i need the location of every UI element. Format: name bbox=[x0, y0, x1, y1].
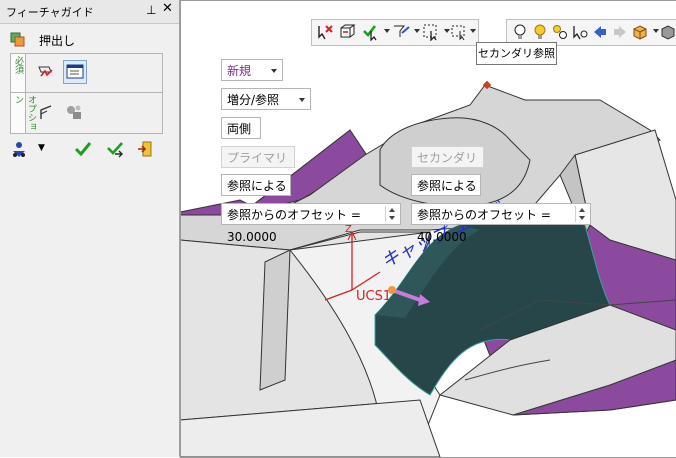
draft-button[interactable] bbox=[35, 102, 57, 124]
mode-dropdown[interactable]: 新規 bbox=[221, 59, 283, 81]
dialog-icon bbox=[66, 64, 84, 79]
shapes-icon bbox=[67, 105, 81, 119]
selection-toolbar bbox=[311, 19, 479, 46]
arrow-left-icon[interactable] bbox=[591, 23, 609, 41]
lightbulb-on-icon[interactable] bbox=[531, 23, 549, 41]
secondary-side-label: セカンダリ側 bbox=[411, 146, 484, 187]
primary-side-label: プライマリ側 bbox=[221, 146, 295, 187]
panel-title-bar: フィーチャガイド ⊥ ✕ bbox=[0, 0, 179, 24]
chevron-down-icon[interactable]: ▼ bbox=[38, 143, 56, 161]
pin-icon[interactable]: ⊥ bbox=[146, 3, 156, 17]
chevron-down-icon[interactable] bbox=[384, 29, 390, 33]
display-mode-icon[interactable] bbox=[659, 23, 676, 41]
required-tab[interactable]: 必須 bbox=[11, 54, 26, 92]
rect-select-icon[interactable] bbox=[422, 23, 440, 41]
person-options-icon[interactable] bbox=[10, 140, 28, 158]
csys-label: UCS1 bbox=[356, 289, 391, 304]
smart-select-icon[interactable] bbox=[362, 23, 380, 41]
toggle-lights-icon[interactable] bbox=[551, 23, 569, 41]
view-cube-icon[interactable] bbox=[631, 23, 649, 41]
primary-offset-field[interactable]: 参照からのオフセット = 30.0000 bbox=[221, 203, 401, 244]
secondary-reference-tooltip: セカンダリ参照 bbox=[476, 42, 557, 65]
secondary-offset-field[interactable]: 参照からのオフセット = 40.0000 bbox=[411, 203, 591, 244]
chevron-down-icon[interactable] bbox=[414, 29, 420, 33]
select-section-button[interactable] bbox=[35, 61, 57, 83]
window-select-icon[interactable] bbox=[450, 23, 468, 41]
both-sides-button[interactable]: 両側 bbox=[221, 117, 261, 139]
optional-tab[interactable]: オプション bbox=[11, 93, 36, 133]
light-select-icon[interactable] bbox=[571, 23, 589, 41]
close-icon[interactable]: ✕ bbox=[162, 1, 173, 16]
chevron-down-icon bbox=[271, 69, 277, 73]
mode-dropdown-value: 新規 bbox=[227, 64, 252, 78]
chevron-down-icon[interactable] bbox=[470, 29, 476, 33]
cancel-icon[interactable] bbox=[136, 140, 154, 158]
feature-guide-panel: フィーチャガイド ⊥ ✕ 押出し 必須 オプション ▼ bbox=[0, 0, 180, 457]
primary-offset-spinner[interactable] bbox=[385, 206, 398, 222]
apply-icon[interactable] bbox=[106, 140, 124, 158]
required-group: 必須 bbox=[10, 53, 163, 93]
secondary-reference-button[interactable]: 参照による bbox=[411, 174, 481, 196]
extrude-options-button[interactable] bbox=[63, 60, 87, 84]
deselect-icon[interactable] bbox=[316, 23, 334, 41]
chevron-down-icon bbox=[299, 98, 305, 102]
panel-bottom-toolbar: ▼ bbox=[8, 140, 173, 160]
secondary-offset-spinner[interactable] bbox=[575, 206, 588, 222]
draft-icon bbox=[40, 105, 52, 119]
optional-group: オプション bbox=[10, 92, 163, 134]
panel-title: フィーチャガイド bbox=[6, 6, 94, 19]
check-icon[interactable] bbox=[74, 140, 92, 158]
arrow-right-icon[interactable] bbox=[611, 23, 629, 41]
filter-icon[interactable] bbox=[392, 23, 410, 41]
lightbulb-icon[interactable] bbox=[511, 23, 529, 41]
boolean-dropdown-value: 増分/参照 bbox=[227, 93, 280, 107]
box-select-icon[interactable] bbox=[338, 23, 356, 41]
feature-shape-button[interactable] bbox=[63, 102, 85, 124]
primary-reference-button[interactable]: 参照による bbox=[221, 174, 291, 196]
command-name: 押出し bbox=[39, 34, 76, 48]
boolean-dropdown[interactable]: 増分/参照 bbox=[221, 88, 311, 110]
section-select-icon bbox=[38, 66, 53, 77]
extrude-icon bbox=[10, 32, 25, 47]
